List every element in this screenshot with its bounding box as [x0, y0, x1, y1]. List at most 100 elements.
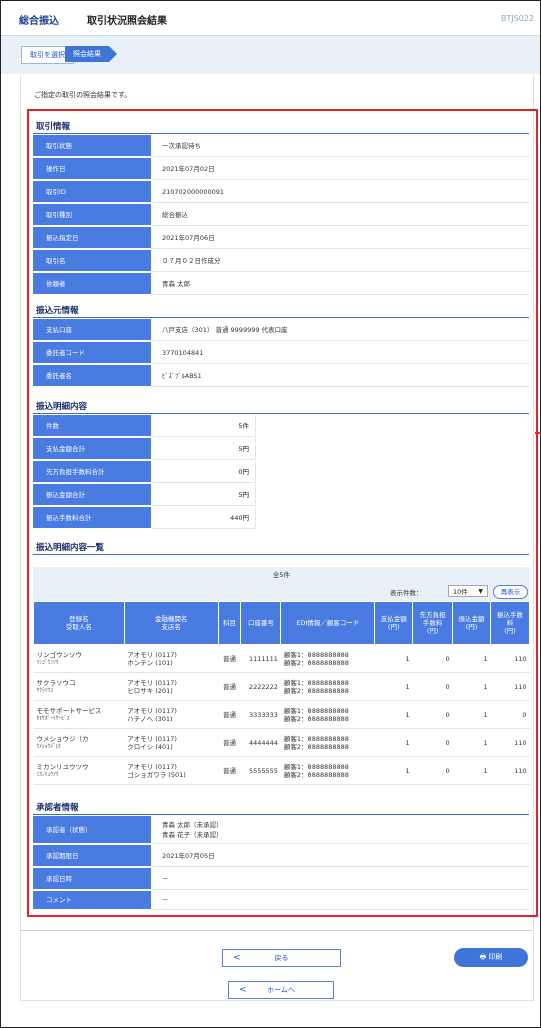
kamoku-cell: 普通 [218, 700, 241, 729]
edi-cell: 顧客1：8888888888 顧客2：8888888888 [280, 728, 375, 757]
transfer-fee-cell: 110 [490, 756, 530, 785]
row-value: 青森 太郎 [151, 273, 530, 295]
back-button[interactable]: < 戻る [222, 949, 341, 967]
home-button[interactable]: < ホームへ [228, 981, 334, 999]
summary-row: 先方負担手数料合計 0円 [33, 461, 530, 484]
cell-main: アオモリ (0117) [127, 678, 177, 687]
back-button-label: 戻る [274, 954, 289, 962]
row-label: 承認者（状態） [33, 816, 151, 844]
cell-sub: ﾐｶﾝﾘｭｳﾂｳ [36, 771, 59, 778]
col-header-name: 登録名 受取人名 [33, 601, 125, 645]
edi-cell: 顧客1：8888888888 顧客2：8888888888 [280, 644, 375, 673]
redisplay-button[interactable]: 再表示 [493, 585, 528, 599]
edi-cell: 顧客1：8888888888 顧客2：8888888888 [280, 700, 375, 729]
cell-main: 5555555 [248, 766, 278, 775]
row-value: － [151, 868, 530, 890]
info-row: 委託者コード 3770104841 [33, 342, 530, 365]
col-header-transfer-fee: 振込手数料 (円) [490, 601, 530, 645]
kamoku-cell: 普通 [218, 756, 241, 785]
summary-row: 支払金額合計 5円 [33, 438, 530, 461]
cell-main: モモサポートサービス [36, 706, 102, 715]
cell-main: 1 [405, 654, 410, 663]
cell-main: ゴショガワラ (501) [127, 770, 186, 779]
cell-main: 4444444 [248, 738, 278, 747]
row-label: 取引状態 [33, 135, 151, 157]
cell-main: 1 [483, 766, 488, 775]
info-row: 支払口座 八戸支店（301） 普通 9999999 代表口座 [33, 319, 530, 342]
col-header-payment: 支払金額 (円) [374, 601, 414, 645]
section-divider [33, 133, 529, 134]
fee-cell: 0 [412, 728, 453, 757]
section-divider [33, 814, 529, 815]
info-row: 承認者（状態） 青森 太郎（未承認） 青森 花子（未承認） [33, 816, 530, 845]
display-count-select[interactable]: 10件 ▼ [448, 585, 488, 597]
breadcrumb: 取引を選択 照会結果 [1, 36, 540, 74]
col-header-edi: EDI情報／顧客コード [280, 601, 376, 645]
cell-main: 1 [405, 738, 410, 747]
kamoku-cell: 普通 [218, 728, 241, 757]
cell-main: 1 [483, 682, 488, 691]
fee-cell: 0 [412, 756, 453, 785]
cell-main: 普通 [222, 710, 236, 719]
summary-row: 振込手数料合計 440円 [33, 507, 530, 530]
fee-cell: 0 [412, 672, 453, 701]
display-controls: 表示件数： 10件 ▼ 再表示 [33, 583, 530, 601]
row-value: 5円 [151, 438, 256, 460]
page-title: 取引状況照会結果 [87, 16, 167, 27]
cell-main: 顧客1：8888888888 [283, 706, 349, 715]
cell-main: 顧客2：8888888888 [283, 770, 349, 779]
row-value: － [151, 891, 530, 910]
table-row: ミカンリユウツウ ﾐｶﾝﾘｭｳﾂｳ アオモリ (0117) ゴショガワラ (501) 普… [33, 756, 530, 785]
info-row: 操作日 2021年07月02日 [33, 158, 530, 181]
payment-cell: 1 [374, 644, 413, 673]
cell-main: 1 [483, 654, 488, 663]
cell-main: アオモリ (0117) [127, 762, 177, 771]
cell-main: ヒロサキ (201) [127, 686, 173, 695]
print-button-label: 印刷 [488, 953, 503, 961]
amount-cell: 1 [452, 728, 491, 757]
cell-main: 普通 [222, 682, 236, 691]
display-count-value: 10件 [453, 588, 468, 596]
cell-main: 1 [405, 710, 410, 719]
col-header-fee: 先方負担 手数料 (円) [412, 601, 454, 645]
total-count: 全5件 [33, 567, 530, 583]
kamoku-cell: 普通 [218, 644, 241, 673]
cell-main: 顧客1：8888888888 [283, 650, 349, 659]
row-label: 件数 [33, 415, 151, 437]
summary-row: 件数 5件 [33, 415, 530, 438]
name-cell: モモサポートサービス ﾓﾓｻﾎﾟｰﾄｻｰﾋﾞｽ [33, 700, 125, 729]
info-row: 取引名 ０７月０２日作成分 [33, 250, 530, 273]
bank-cell: アオモリ (0117) ヒロサキ (201) [124, 672, 218, 701]
transfer-table: 登録名 受取人名 金融機関名 支店名 科目 口座番号 EDI情報／顧客コード 支払金… [33, 601, 530, 785]
row-label: コメント [33, 891, 151, 910]
cell-main: 1 [405, 682, 410, 691]
cell-main: 0 [445, 766, 450, 775]
approver-2: 青森 花子（未承認） [162, 831, 223, 839]
cell-sub: ﾘﾝｺﾞｳﾝｿｳ [36, 659, 59, 666]
cell-main: 1 [405, 766, 410, 775]
print-button[interactable]: 🖶 印刷 [454, 948, 528, 967]
col-header-kamoku: 科目 [217, 601, 242, 645]
cell-main: 110 [514, 682, 527, 691]
account-cell: 5555555 [240, 756, 281, 785]
info-row: 取引状態 一次承認待ち [33, 135, 530, 158]
intro-text: ご指定の取引の照会結果です。 [34, 91, 132, 99]
summary-row: 振込金額合計 5円 [33, 484, 530, 507]
row-value: 八戸支店（301） 普通 9999999 代表口座 [151, 319, 530, 341]
col-header-account: 口座番号 [240, 601, 282, 645]
payment-cell: 1 [374, 700, 413, 729]
home-button-label: ホームへ [267, 986, 295, 994]
info-row: コメント－ [33, 891, 530, 911]
highlight-pointer [535, 432, 541, 434]
payment-cell: 1 [374, 728, 413, 757]
cell-main: 0 [445, 738, 450, 747]
cell-main: 顧客2：8888888888 [283, 742, 349, 751]
cell-main: 0 [445, 710, 450, 719]
cell-main: 110 [514, 738, 527, 747]
payment-cell: 1 [374, 756, 413, 785]
cell-main: アオモリ (0117) [127, 706, 177, 715]
cell-main: 110 [514, 766, 527, 775]
cell-main: 1 [483, 710, 488, 719]
cell-main: リンゴウンソウ [36, 650, 83, 659]
row-value: 440円 [151, 507, 256, 529]
